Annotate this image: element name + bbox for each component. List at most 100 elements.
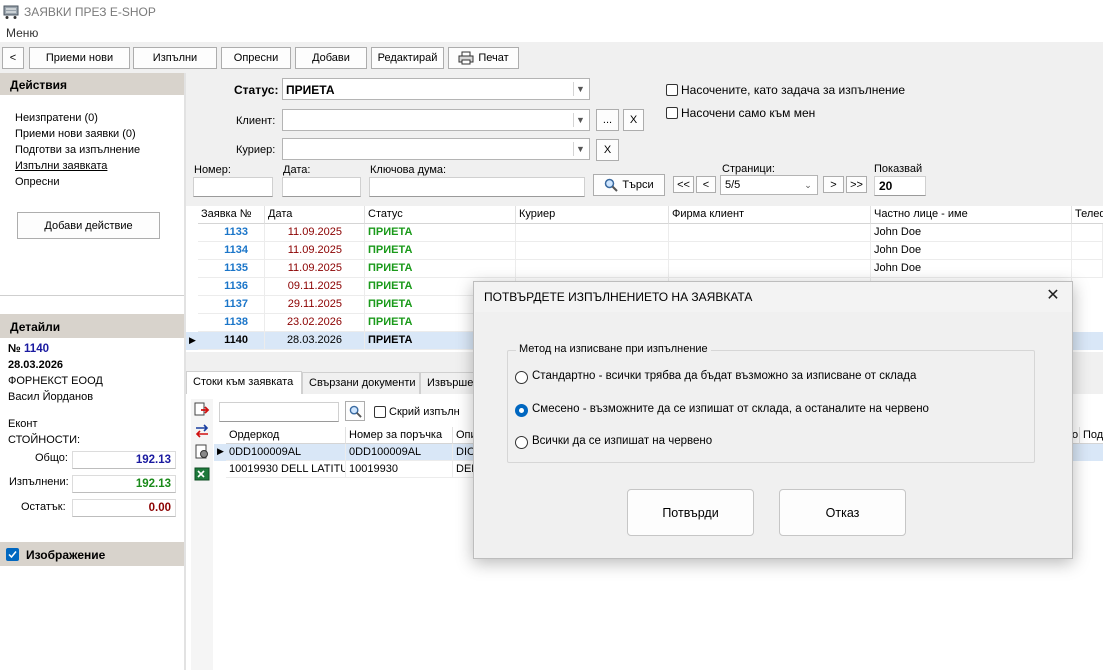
action-refresh[interactable]: Опресни [15,176,59,188]
search-icon [349,405,362,418]
courier-clear-button[interactable]: X [596,139,619,161]
title-bar: ЗАЯВКИ ПРЕЗ E-SHOP [0,0,1103,24]
last-page-button[interactable]: >> [846,176,867,193]
divider [0,295,184,296]
cell-date: 23.02.2026 [265,314,365,332]
col-header-order-number[interactable]: Номер за поръчка [346,427,453,444]
radio-standard[interactable] [515,371,528,384]
image-checkbox[interactable] [6,548,19,561]
col-header-ordercode[interactable]: Ордеркод [226,427,346,444]
page-value: 5/5 [725,179,741,191]
goods-search-input[interactable] [219,402,339,422]
side-toolbar [191,399,213,670]
keyword-input[interactable] [369,177,585,197]
cancel-button[interactable]: Отказ [779,489,906,536]
col-header-company[interactable]: Фирма клиент [669,206,871,224]
page-select[interactable]: 5/5 ⌄ [720,175,818,195]
tab-goods[interactable]: Стоки към заявката [186,371,302,394]
action-receive-new[interactable]: Приеми нови заявки (0) [15,128,136,140]
dialog-body: Метод на изписване при изпълнение Станда… [475,312,1072,558]
client-browse-button[interactable]: ... [596,109,619,131]
search-button[interactable]: Търси [593,174,665,196]
cell-status: ПРИЕТА [365,260,516,278]
method-group-title: Метод на изписване при изпълнение [516,343,711,355]
export-arrow-icon[interactable] [194,402,210,418]
courier-label: Куриер: [236,144,276,156]
option-all-red-label: Всички да се изпишат на червено [532,435,713,447]
cell-date: 11.09.2025 [265,242,365,260]
menu-item-menu[interactable]: Меню [6,26,38,40]
status-combo[interactable]: ПРИЕТА ▼ [282,78,590,100]
add-button[interactable]: Добави [295,47,367,69]
action-prepare[interactable]: Подготви за изпълнение [15,144,140,156]
refresh-button[interactable]: Опресни [221,47,291,69]
excel-icon[interactable] [194,466,210,482]
hide-fulfilled-checkbox[interactable] [374,406,386,418]
cell-courier [516,260,669,278]
actions-header: Действия [0,73,184,95]
fulfill-button[interactable]: Изпълни [133,47,217,69]
cell-company [669,224,871,242]
col-header-phone[interactable]: Телеф [1072,206,1103,224]
add-action-button[interactable]: Добави действие [17,212,160,239]
remaining-label: Остатък: [21,501,66,513]
chevron-down-icon: ⌄ [804,179,812,190]
goods-search-button[interactable] [345,401,365,421]
number-input[interactable] [193,177,273,197]
details-header: Детайли [0,314,184,338]
assigned-task-checkbox[interactable] [666,84,678,96]
courier-combo[interactable]: ▼ [282,138,590,160]
tab-performed[interactable]: Извършен [420,372,480,394]
col-header-status[interactable]: Статус [365,206,516,224]
total-label: Общо: [35,452,68,464]
assigned-me-checkbox[interactable] [666,107,678,119]
date-label: Дата: [283,164,311,176]
tab-related-documents[interactable]: Свързани документи [302,372,420,394]
prev-page-button[interactable]: < [696,176,716,193]
first-page-button[interactable]: << [673,176,694,193]
image-header[interactable]: Изображение [0,542,184,566]
show-input[interactable]: 20 [874,176,926,196]
col-header-courier[interactable]: Куриер [516,206,669,224]
edit-button[interactable]: Редактирай [371,47,444,69]
cell-number: 1134 [198,242,265,260]
details-number: № 1140 [8,343,49,355]
cell-courier [516,242,669,260]
document-gear-icon[interactable] [194,444,210,460]
radio-all-red[interactable] [515,436,528,449]
search-label: Търси [622,179,654,191]
status-value: ПРИЕТА [286,83,335,97]
col-header-right-b[interactable]: Поді [1080,427,1103,444]
dialog-title: ПОТВЪРДЕТЕ ИЗПЪЛНЕНИЕТО НА ЗАЯВКАТА [484,290,753,304]
date-input[interactable] [282,177,361,197]
details-number-prefix: № [8,343,21,355]
action-unsent[interactable]: Неизпратени (0) [15,112,98,124]
cell-phone [1072,242,1103,260]
confirm-button[interactable]: Потвърди [627,489,754,536]
cart-icon [3,5,19,19]
next-page-button[interactable]: > [823,176,844,193]
printer-icon [458,51,474,65]
cell-status: ПРИЕТА [365,242,516,260]
action-fulfill[interactable]: Изпълни заявката [15,160,107,172]
status-label: Статус: [234,83,279,97]
col-header-person[interactable]: Частно лице - име [871,206,1072,224]
col-header-date[interactable]: Дата [265,206,365,224]
cell-date: 11.09.2025 [265,224,365,242]
assigned-task-label: Насочените, като задача за изпълнение [681,83,906,97]
pages-label: Страници: [722,163,775,175]
client-combo[interactable]: ▼ [282,109,590,131]
back-button[interactable]: < [2,47,24,69]
keyword-label: Ключова дума: [370,164,447,176]
radio-mixed[interactable] [515,404,528,417]
left-panel: Действия Неизпратени (0) Приеми нови зая… [0,73,184,670]
transfer-icon[interactable] [194,423,210,439]
close-icon[interactable]: ✕ [1044,288,1062,306]
cell-phone [1072,224,1103,242]
print-button[interactable]: Печат [448,47,519,69]
client-clear-button[interactable]: X [623,109,644,131]
col-header-number[interactable]: Заявка № [198,206,265,224]
print-label: Печат [478,52,509,64]
fulfilled-label: Изпълнени: [9,476,69,488]
receive-new-button[interactable]: Приеми нови [29,47,130,69]
